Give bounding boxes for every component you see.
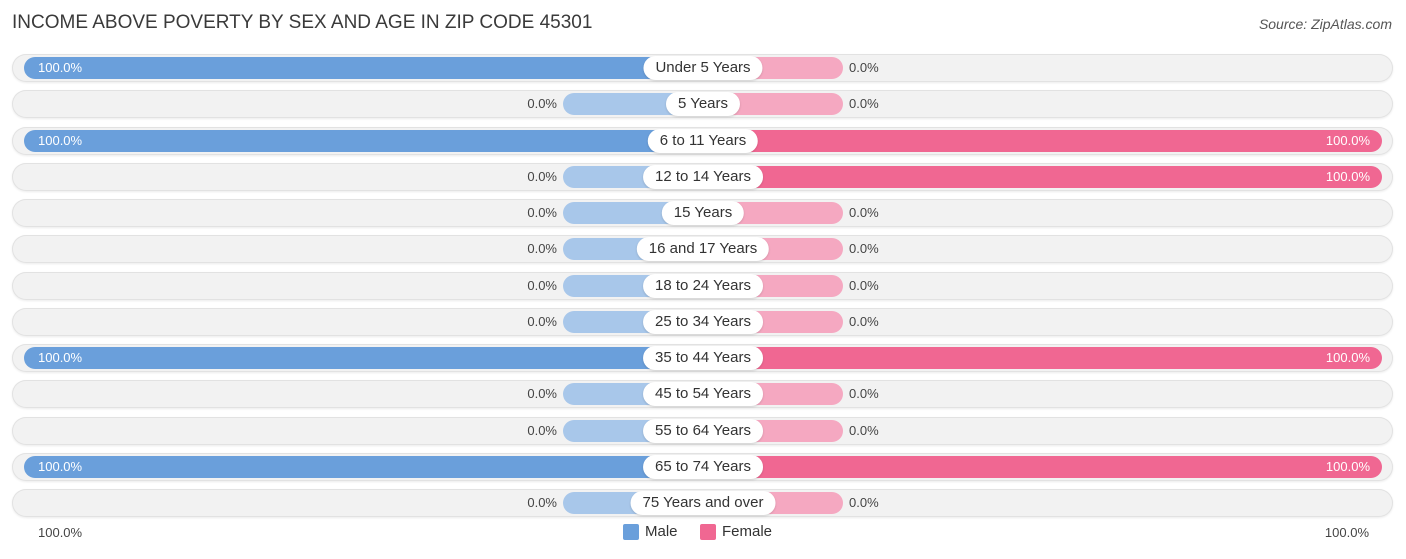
value-label-female: 100.0% xyxy=(1325,350,1370,365)
value-label-female: 0.0% xyxy=(849,495,879,510)
value-label-male: 0.0% xyxy=(527,168,557,184)
value-label-male: 0.0% xyxy=(527,205,557,220)
value-label-female: 0.0% xyxy=(849,422,879,438)
legend-female: Female xyxy=(700,523,772,540)
value-label-female: 100.0% xyxy=(1325,168,1370,184)
value-label-male: 0.0% xyxy=(527,495,557,510)
value-label-female: 0.0% xyxy=(849,205,879,220)
category-label: 55 to 64 Years xyxy=(643,418,763,443)
bar-male xyxy=(24,455,703,478)
value-label-male: 0.0% xyxy=(527,96,557,112)
bar-female xyxy=(703,347,1382,369)
value-label-male: 0.0% xyxy=(527,386,557,402)
legend-female-swatch xyxy=(700,523,716,540)
bar-male xyxy=(24,347,703,369)
category-label: 45 to 54 Years xyxy=(643,382,763,407)
value-label-male: 100.0% xyxy=(38,132,83,148)
value-label-female: 0.0% xyxy=(849,96,879,112)
category-label: 16 and 17 Years xyxy=(636,237,770,262)
category-label: 6 to 11 Years xyxy=(647,128,759,153)
value-label-female: 0.0% xyxy=(849,60,879,75)
value-label-male: 100.0% xyxy=(38,458,83,474)
category-label: 75 Years and over xyxy=(630,491,776,515)
category-label: 15 Years xyxy=(661,201,745,225)
category-label: 12 to 14 Years xyxy=(643,164,763,189)
value-label-female: 100.0% xyxy=(1325,458,1370,474)
legend-male-swatch xyxy=(623,523,639,540)
value-label-female: 0.0% xyxy=(849,313,879,329)
value-label-male: 0.0% xyxy=(527,241,557,257)
bar-female xyxy=(703,165,1382,188)
category-label: Under 5 Years xyxy=(643,56,763,80)
value-label-female: 0.0% xyxy=(849,277,879,293)
value-label-female: 100.0% xyxy=(1325,132,1370,148)
value-label-female: 0.0% xyxy=(849,386,879,402)
category-label: 35 to 44 Years xyxy=(643,346,763,370)
value-label-male: 0.0% xyxy=(527,277,557,293)
legend-male-label: Male xyxy=(645,523,678,540)
legend-male: Male xyxy=(623,523,678,540)
bar-female xyxy=(703,455,1382,478)
legend-female-label: Female xyxy=(722,523,773,540)
bar-male xyxy=(24,129,703,152)
value-label-male: 100.0% xyxy=(38,350,83,365)
value-label-male: 100.0% xyxy=(38,60,83,75)
chart-title: INCOME ABOVE POVERTY BY SEX AND AGE IN Z… xyxy=(12,12,593,33)
source-label: Source: ZipAtlas.com xyxy=(1258,16,1392,32)
bar-male xyxy=(24,57,703,79)
category-label: 5 Years xyxy=(665,92,741,117)
axis-label-right: 100.0% xyxy=(1324,525,1369,540)
value-label-male: 0.0% xyxy=(527,313,557,329)
value-label-male: 0.0% xyxy=(527,422,557,438)
category-label: 25 to 34 Years xyxy=(643,309,763,334)
value-label-female: 0.0% xyxy=(849,241,879,257)
bar-female xyxy=(703,129,1382,152)
category-label: 18 to 24 Years xyxy=(643,273,763,298)
category-label: 65 to 74 Years xyxy=(643,454,763,479)
axis-label-left: 100.0% xyxy=(38,525,83,540)
